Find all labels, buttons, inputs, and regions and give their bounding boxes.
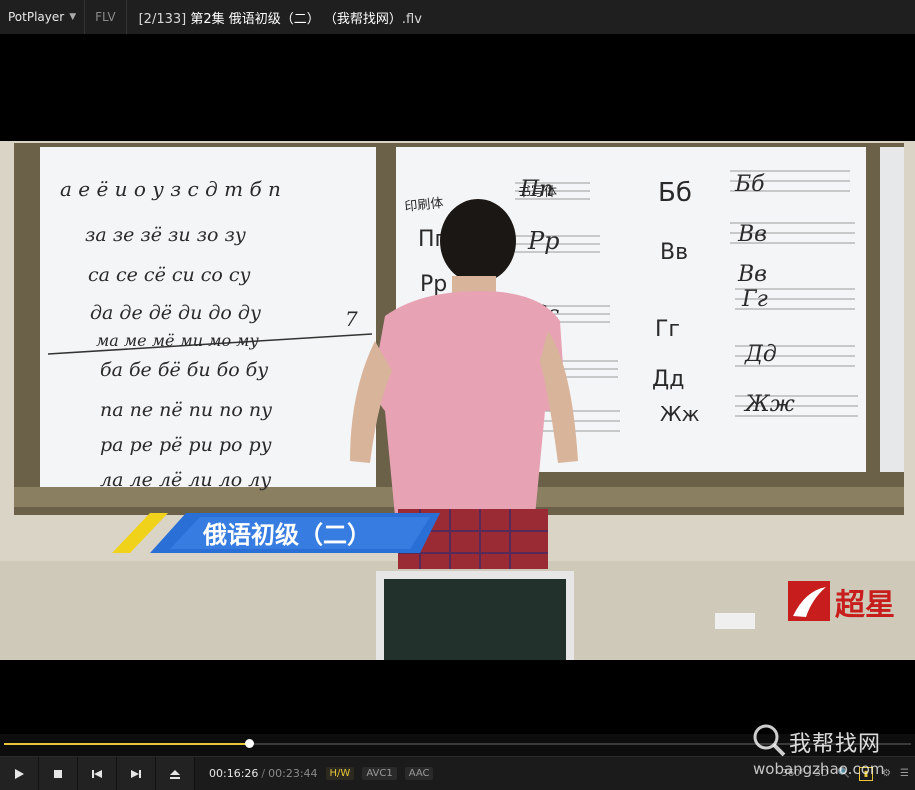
seek-track[interactable] [4, 739, 911, 748]
title-bar: PotPlayer ▼ FLV [2/133] 第2集 俄语初级（二） （我帮找… [0, 0, 915, 35]
seek-handle[interactable] [244, 739, 254, 748]
right-controls: 360° 3D 🔍 ▮ ⚙ ☰ [781, 757, 909, 790]
board-row-9: ла ле лё ли ло лу [100, 469, 271, 491]
audio-codec-badge[interactable]: AAC [404, 767, 434, 780]
eject-button[interactable] [156, 757, 195, 790]
title-prefix: [2/133] [138, 11, 191, 27]
time-display: 00:16:26/00:23:44 [209, 767, 318, 780]
zoom-icon[interactable]: 🔍 [838, 768, 850, 779]
skip-back-icon [92, 769, 102, 778]
eject-icon [170, 769, 180, 779]
board-letter-d: Дд [652, 367, 684, 392]
board-row-6: ба бе бё би бо бу [100, 359, 268, 381]
svg-text:Дд: Дд [744, 342, 777, 367]
board-letter-b: Бб [658, 178, 692, 208]
board-row-7: па пе пё пи по пу [100, 399, 272, 421]
svg-text:Пп: Пп [519, 177, 553, 202]
svg-text:Жж: Жж [743, 392, 795, 417]
hw-decode-badge[interactable]: H/W [325, 767, 355, 780]
svg-text:Вв: Вв [737, 222, 767, 247]
board-number: 7 [345, 307, 358, 331]
video-area[interactable]: а е ё и о у з с д т б п за зе зё зи зо з… [0, 34, 915, 734]
board-row-3: са се сё си со су [88, 264, 251, 286]
video-frame: а е ё и о у з с д т б п за зе зё зи зо з… [0, 141, 915, 660]
next-button[interactable] [117, 757, 156, 790]
lesson-caption: 俄语初级（二） [202, 521, 371, 549]
board-letter-g: Гг [655, 317, 680, 342]
title-main: 第2集 俄语初级（二） （我帮找网） [190, 11, 402, 27]
app-name: PotPlayer [8, 10, 65, 24]
app-menu-button[interactable]: PotPlayer ▼ [0, 0, 86, 34]
video-codec-badge[interactable]: AVC1 [362, 767, 397, 780]
vr-360-button[interactable]: 360° [781, 768, 805, 779]
board-row-1: а е ё и о у з с д т б п [60, 177, 281, 201]
total-time: 00:23:44 [268, 767, 318, 780]
seek-progress [4, 743, 249, 745]
board-letter-r: Рр [420, 272, 447, 297]
board-row-2: за зе зё зи зо зу [85, 224, 246, 246]
previous-button[interactable] [78, 757, 117, 790]
logo-text: 超星 [835, 588, 895, 623]
subtitle-icon[interactable]: ▮ [859, 766, 874, 781]
title-ext: .flv [401, 11, 422, 27]
window-title: [2/133] 第2集 俄语初级（二） （我帮找网）.flv [127, 8, 422, 27]
board-letter-v: Вв [660, 240, 688, 265]
playlist-icon[interactable]: ☰ [900, 768, 909, 779]
play-button[interactable] [0, 757, 39, 790]
svg-text:Гг: Гг [741, 287, 768, 312]
stop-button[interactable] [39, 757, 78, 790]
board-row-8: ра ре рё ри ро ру [100, 434, 272, 456]
board-row-5: ма ме мё ми мо му [96, 331, 259, 350]
svg-text:Бб: Бб [734, 172, 765, 197]
classroom-scene: а е ё и о у з с д т б п за зе зё зи зо з… [0, 141, 915, 660]
seek-bar[interactable] [0, 734, 915, 756]
skip-forward-icon [131, 769, 141, 778]
chevron-down-icon: ▼ [69, 12, 77, 22]
control-bar: 00:16:26/00:23:44 H/W AVC1 AAC 360° 3D 🔍… [0, 756, 915, 790]
svg-text:Вв: Вв [737, 262, 767, 287]
stop-icon [54, 769, 62, 778]
svg-text:Рр: Рр [527, 227, 560, 255]
3d-button[interactable]: 3D [815, 768, 829, 779]
chaoxing-logo: 超星 [788, 581, 895, 623]
format-label: FLV [85, 0, 127, 34]
settings-icon[interactable]: ⚙ [882, 768, 891, 779]
play-icon [15, 768, 24, 779]
board-row-4: да де дё ди до ду [90, 302, 261, 324]
board-letter-zh: Жж [660, 402, 700, 426]
current-time: 00:16:26 [209, 767, 259, 780]
